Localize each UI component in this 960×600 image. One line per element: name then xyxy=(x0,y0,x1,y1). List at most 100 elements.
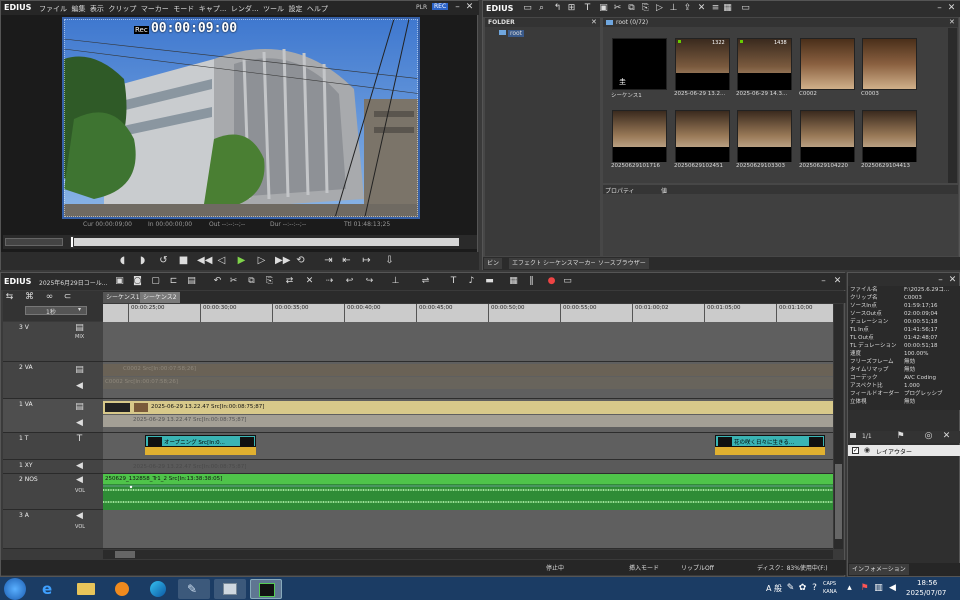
speaker-icon[interactable]: ◀ xyxy=(75,462,84,471)
menu-capture[interactable]: キャプ... xyxy=(199,5,227,13)
up-folder-icon[interactable]: ↰ xyxy=(553,4,562,13)
position-bar[interactable] xyxy=(71,238,459,246)
tl-minimize-icon[interactable]: – xyxy=(819,277,828,286)
timeline-vscrollbar[interactable] xyxy=(834,304,843,549)
bin-minimize-icon[interactable]: – xyxy=(935,4,944,13)
track-header-1xy[interactable]: 1 XY ◀ xyxy=(3,460,103,474)
set-out-icon[interactable]: ◗ xyxy=(137,255,148,266)
mode-toggle-icon[interactable]: ⇆ xyxy=(5,293,14,302)
thumb-20250629103303[interactable]: 20250629103303 xyxy=(736,110,797,172)
link-icon[interactable]: ⌘ xyxy=(25,293,34,302)
clock-time[interactable]: 18:56 xyxy=(917,579,937,587)
delete-icon[interactable]: ✕ xyxy=(697,4,706,13)
tl-paste-icon[interactable]: ⎘ xyxy=(265,277,274,286)
menu-view[interactable]: 表示 xyxy=(90,5,104,13)
tl-redo-icon[interactable]: ↪ xyxy=(365,277,374,286)
clock-date[interactable]: 2025/07/07 xyxy=(906,589,946,597)
track-header-2va[interactable]: 2 VA ▤ ◀ xyxy=(3,362,103,399)
audio-mute-icon[interactable]: ◀ xyxy=(75,382,84,391)
ime-indicator[interactable]: A 般 xyxy=(766,583,782,594)
add-clip-icon[interactable]: ⊞ xyxy=(567,4,576,13)
timeline-tracks[interactable]: C0002 Src[In:00:07:58;26] C0002 Src[In:0… xyxy=(103,322,833,549)
track-header-3v[interactable]: 3 V MIX ▤ xyxy=(3,322,103,362)
bin-close-icon[interactable]: ✕ xyxy=(947,4,956,13)
tab-sequence1[interactable]: シーケンス1 xyxy=(103,292,143,303)
menu-mode[interactable]: モード xyxy=(173,5,194,13)
fast-forward-icon[interactable]: ▶▶ xyxy=(275,255,290,266)
send-player-icon[interactable]: ▷ xyxy=(655,4,664,13)
new-sequence-icon[interactable]: ▣ xyxy=(599,4,608,13)
mic-icon[interactable]: ♪ xyxy=(467,277,476,286)
replace-icon[interactable]: ⇄ xyxy=(285,277,294,286)
speaker-icon[interactable]: ◀ xyxy=(75,476,84,485)
grid-icon[interactable]: ▦ xyxy=(509,277,518,286)
clip-1va-audio[interactable]: 2025-06-29 13.22.47 Src[In:00:08:75;87] xyxy=(103,415,833,427)
effect-toggle-icon[interactable]: ◎ xyxy=(924,432,933,441)
effect-checkbox[interactable]: ✓ xyxy=(852,447,859,454)
clip-nos-audio[interactable]: 250629_132858_Tr1_2 Src[In:13:38:38:05] xyxy=(103,474,833,484)
media-player-icon[interactable] xyxy=(106,579,138,599)
thumb-20250629102451[interactable]: 20250629102451 xyxy=(674,110,735,172)
step-forward-icon[interactable]: ▷ xyxy=(256,255,267,266)
track-header-3a[interactable]: 3 A VOL ◀ xyxy=(3,510,103,549)
menu-settings[interactable]: 設定 xyxy=(288,5,302,13)
lane-1va[interactable]: 2025-06-29 13.22.47 Src[In:00:08:75;87] … xyxy=(103,399,833,433)
info-minimize-icon[interactable]: – xyxy=(936,276,945,285)
effect-visible-icon[interactable]: ◉ xyxy=(864,446,870,454)
open-icon[interactable]: ⊏ xyxy=(169,277,178,286)
explorer-icon[interactable] xyxy=(70,579,102,599)
thumb-20250629101716[interactable]: 20250629101716 xyxy=(611,110,672,172)
paste-icon[interactable]: ⎘ xyxy=(641,4,650,13)
clear-icon[interactable]: ↺ xyxy=(158,255,169,266)
window-app-icon[interactable] xyxy=(214,579,246,599)
rewind-icon[interactable]: ◀◀ xyxy=(197,255,212,266)
shuttle-slider[interactable] xyxy=(5,238,63,246)
cut-icon[interactable]: ✂ xyxy=(613,4,622,13)
action-center-icon[interactable]: ⚑ xyxy=(860,584,869,593)
clip-1va-video[interactable]: 2025-06-29 13.22.47 Src[In:00:08:75;87] xyxy=(103,401,833,414)
close-icon[interactable]: ✕ xyxy=(465,3,474,12)
thumb-clip-1438[interactable]: 1438 2025-06-29 14.3... xyxy=(736,38,797,100)
tab-sequence-marker[interactable]: シーケンスマーカー xyxy=(540,258,600,269)
info-close-icon[interactable]: ✕ xyxy=(948,276,957,285)
clip-2va-audio[interactable]: C0002 Src[In:00:07:58;26] xyxy=(103,377,833,389)
tray-expand-icon[interactable]: ▴ xyxy=(845,584,854,593)
menu-tools[interactable]: ツール xyxy=(263,5,284,13)
mode-icon[interactable]: ▣ xyxy=(115,277,124,286)
copy-icon[interactable]: ⧉ xyxy=(627,4,636,13)
clip-close-icon[interactable]: ✕ xyxy=(949,18,955,26)
tl-title-icon[interactable]: T xyxy=(449,277,458,286)
title-clip-flowers-mix[interactable] xyxy=(715,447,825,455)
menu-help[interactable]: ヘルプ xyxy=(307,5,328,13)
speaker-icon[interactable]: ◀ xyxy=(75,512,84,521)
sync-icon[interactable]: ⇌ xyxy=(421,277,430,286)
lane-3v[interactable] xyxy=(103,322,833,362)
upload-icon[interactable]: ⇪ xyxy=(683,4,692,13)
tab-sequence2[interactable]: シーケンス2 xyxy=(140,292,180,303)
tab-source-browser[interactable]: ソースブラウザー xyxy=(595,258,649,269)
effect-delete-icon[interactable]: ✕ xyxy=(942,432,951,441)
capture-icon[interactable]: ◙ xyxy=(133,277,142,286)
thumb-c0003[interactable]: C0003 xyxy=(861,38,922,100)
folder-icon[interactable]: ▭ xyxy=(523,4,532,13)
timeline-ruler[interactable]: 00:00:25;00 00:00:30;00 00:00:35;00 00:0… xyxy=(103,304,833,322)
title-clip-opening-mix[interactable] xyxy=(145,447,256,455)
edge-icon[interactable] xyxy=(142,579,174,599)
title-track-icon[interactable]: T xyxy=(75,435,84,444)
minimize-icon[interactable]: – xyxy=(453,3,462,12)
insert-icon[interactable]: ⇥ xyxy=(323,255,334,266)
ime-settings-icon[interactable]: ✿ xyxy=(798,584,807,593)
save-icon[interactable]: ▤ xyxy=(187,277,196,286)
output-icon[interactable]: ⇩ xyxy=(384,255,395,266)
lane-2va[interactable]: C0002 Src[In:00:07:58;26] C0002 Src[In:0… xyxy=(103,362,833,399)
track-header-2nos[interactable]: 2 NOS VOL ◀ xyxy=(3,474,103,510)
search-icon[interactable]: ⌕ xyxy=(537,4,546,13)
rec-toggle[interactable]: REC xyxy=(432,3,449,10)
effect-row-layouter[interactable]: ✓ ◉ レイアウター xyxy=(848,445,960,456)
play-icon[interactable]: ▶ xyxy=(236,255,247,266)
title-clip-flowers[interactable]: 花の咲く日々に生きる... xyxy=(715,435,825,447)
add-marker-icon[interactable]: ⊥ xyxy=(391,277,400,286)
lane-3a[interactable] xyxy=(103,510,833,549)
overwrite-icon[interactable]: ⇤ xyxy=(341,255,352,266)
render-icon[interactable]: ▭ xyxy=(563,277,572,286)
